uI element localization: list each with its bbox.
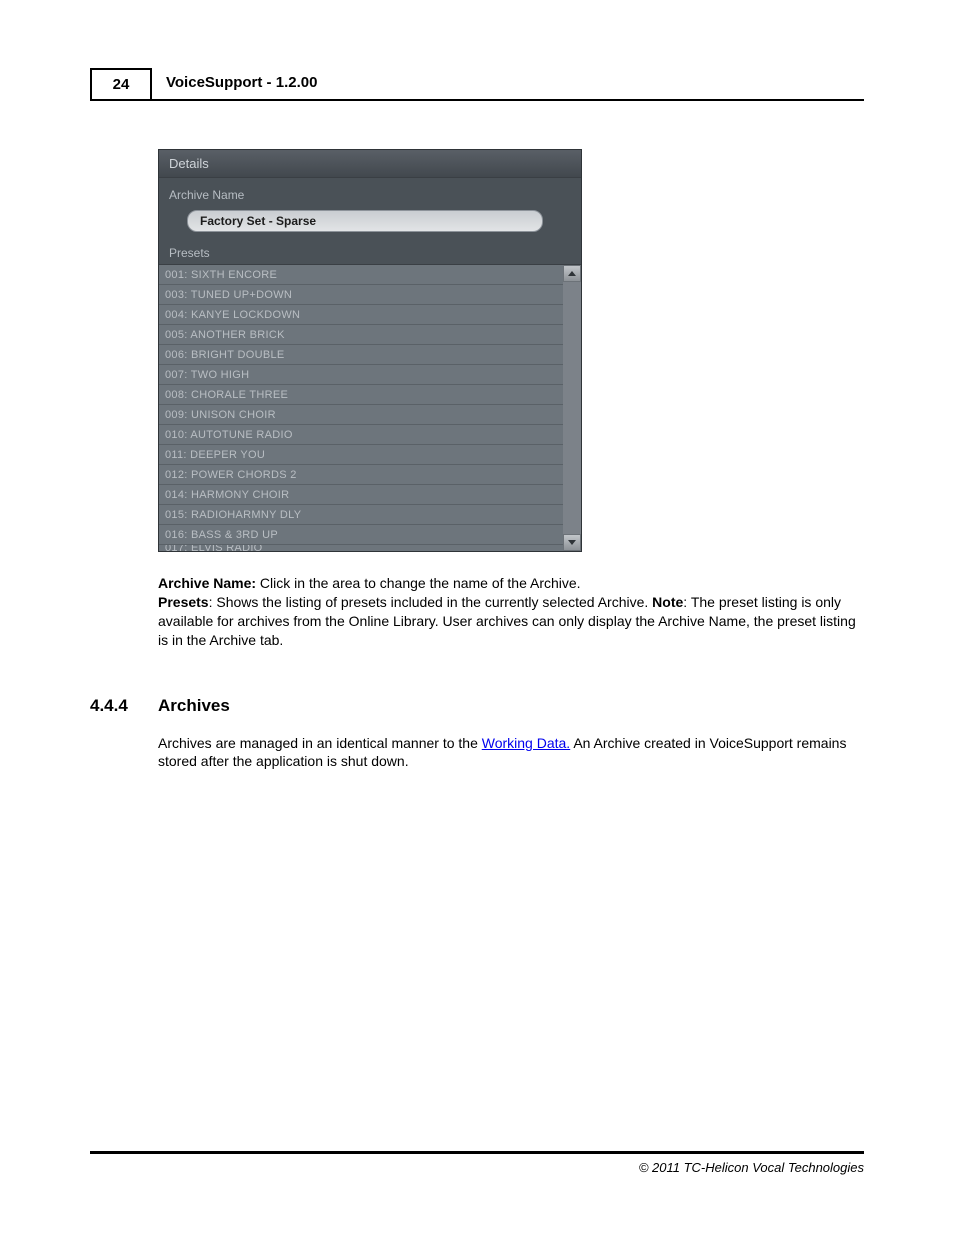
scroll-up-button[interactable] [563,265,581,282]
footer-rule [90,1151,864,1154]
list-item[interactable]: 005: ANOTHER BRICK [159,325,563,345]
section-body: Archives are managed in an identical man… [158,734,864,772]
chevron-up-icon [568,271,576,276]
list-item[interactable]: 003: TUNED UP+DOWN [159,285,563,305]
archive-name-input[interactable] [187,210,543,232]
archive-name-label: Archive Name [159,178,581,210]
presets-bold: Presets [158,594,209,610]
list-item[interactable]: 001: SIXTH ENCORE [159,265,563,285]
embedded-screenshot: Details Archive Name Presets 001: SIXTH … [158,149,864,552]
description-text: Archive Name: Click in the area to chang… [158,574,864,650]
archive-name-desc: Click in the area to change the name of … [256,575,581,591]
list-item[interactable]: 008: CHORALE THREE [159,385,563,405]
panel-title: Details [159,150,581,178]
list-item[interactable]: 004: KANYE LOCKDOWN [159,305,563,325]
scroll-track[interactable] [563,282,581,534]
working-data-link[interactable]: Working Data. [482,735,570,751]
preset-list[interactable]: 001: SIXTH ENCORE 003: TUNED UP+DOWN 004… [159,265,563,551]
list-item[interactable]: 007: TWO HIGH [159,365,563,385]
section-heading: 4.4.4 Archives [90,696,864,716]
section-number: 4.4.4 [90,696,158,716]
list-item[interactable]: 009: UNISON CHOIR [159,405,563,425]
archive-name-field-wrap [159,210,581,242]
document-page: 24 VoiceSupport - 1.2.00 Details Archive… [0,0,954,1235]
scrollbar[interactable] [563,265,581,551]
list-item[interactable]: 012: POWER CHORDS 2 [159,465,563,485]
list-item[interactable]: 016: BASS & 3RD UP [159,525,563,545]
list-item[interactable]: 015: RADIOHARMNY DLY [159,505,563,525]
archive-name-bold: Archive Name: [158,575,256,591]
page-number: 24 [90,68,152,99]
presets-desc-1: : Shows the listing of presets included … [209,594,653,610]
list-item[interactable]: 006: BRIGHT DOUBLE [159,345,563,365]
presets-label: Presets [159,242,581,265]
section-title: Archives [158,696,230,716]
page-footer: © 2011 TC-Helicon Vocal Technologies [90,1151,864,1175]
list-item[interactable]: 017: ELVIS RADIO [159,545,563,551]
chevron-down-icon [568,540,576,545]
list-item[interactable]: 011: DEEPER YOU [159,445,563,465]
copyright-text: © 2011 TC-Helicon Vocal Technologies [90,1160,864,1175]
list-item[interactable]: 010: AUTOTUNE RADIO [159,425,563,445]
details-panel: Details Archive Name Presets 001: SIXTH … [158,149,582,552]
list-item[interactable]: 014: HARMONY CHOIR [159,485,563,505]
preset-list-container: 001: SIXTH ENCORE 003: TUNED UP+DOWN 004… [159,265,581,551]
scroll-down-button[interactable] [563,534,581,551]
note-bold: Note [652,594,683,610]
page-header: 24 VoiceSupport - 1.2.00 [90,68,864,101]
document-title: VoiceSupport - 1.2.00 [152,68,864,99]
section-body-1: Archives are managed in an identical man… [158,735,482,751]
